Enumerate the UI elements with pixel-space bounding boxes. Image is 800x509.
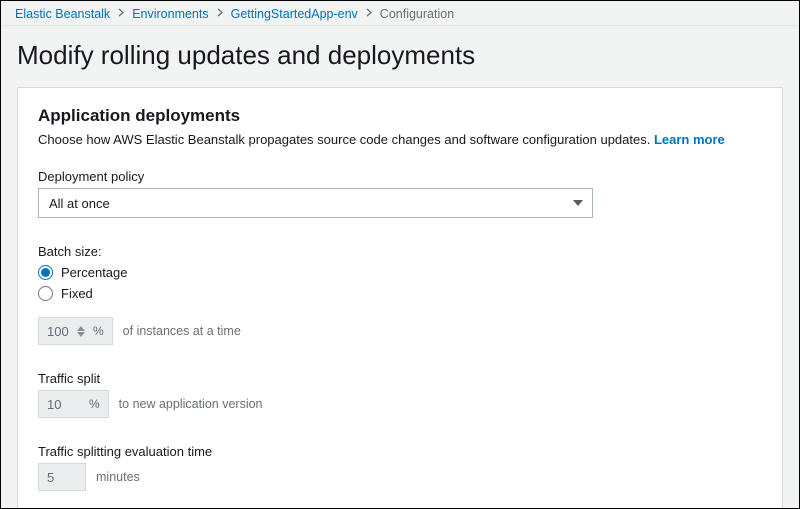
- panel-description: Choose how AWS Elastic Beanstalk propaga…: [38, 132, 762, 147]
- deployment-policy-label: Deployment policy: [38, 169, 762, 184]
- chevron-right-icon: [217, 8, 223, 20]
- breadcrumb-item-environment-name[interactable]: GettingStartedApp-env: [231, 7, 358, 21]
- breadcrumb-item-elastic-beanstalk[interactable]: Elastic Beanstalk: [15, 7, 110, 21]
- traffic-split-input[interactable]: [39, 391, 85, 417]
- panel-heading: Application deployments: [38, 106, 762, 126]
- deployment-policy-select[interactable]: All at once: [38, 188, 593, 218]
- batch-size-label: Batch size:: [38, 244, 762, 259]
- batch-size-input-group: %: [38, 317, 113, 345]
- learn-more-link[interactable]: Learn more: [654, 132, 725, 147]
- batch-size-radio-percentage-label: Percentage: [61, 265, 128, 280]
- evaluation-time-suffix: minutes: [96, 470, 140, 484]
- batch-size-radio-percentage[interactable]: Percentage: [38, 265, 762, 280]
- chevron-right-icon: [366, 8, 372, 20]
- batch-size-unit: %: [89, 324, 112, 338]
- evaluation-time-input-group: [38, 463, 86, 491]
- breadcrumb-item-environments[interactable]: Environments: [132, 7, 208, 21]
- batch-size-radio-fixed[interactable]: Fixed: [38, 286, 762, 301]
- chevron-right-icon: [118, 8, 124, 20]
- batch-size-radio-percentage-input[interactable]: [38, 265, 53, 280]
- traffic-split-input-group: %: [38, 390, 109, 418]
- page-title: Modify rolling updates and deployments: [17, 40, 783, 71]
- evaluation-time-input[interactable]: [39, 464, 85, 490]
- evaluation-time-label: Traffic splitting evaluation time: [38, 444, 762, 459]
- panel-description-text: Choose how AWS Elastic Beanstalk propaga…: [38, 132, 654, 147]
- breadcrumb-current: Configuration: [380, 7, 454, 21]
- batch-size-radio-group: Percentage Fixed: [38, 265, 762, 301]
- batch-size-radio-fixed-label: Fixed: [61, 286, 93, 301]
- application-deployments-panel: Application deployments Choose how AWS E…: [17, 87, 783, 509]
- batch-size-input[interactable]: [39, 318, 73, 344]
- breadcrumb: Elastic Beanstalk Environments GettingSt…: [1, 1, 799, 26]
- stepper-buttons[interactable]: [73, 326, 89, 337]
- batch-size-radio-fixed-input[interactable]: [38, 286, 53, 301]
- traffic-split-label: Traffic split: [38, 371, 762, 386]
- deployment-policy-value: All at once: [49, 196, 110, 211]
- traffic-split-unit: %: [85, 397, 108, 411]
- traffic-split-suffix: to new application version: [119, 397, 263, 411]
- batch-size-suffix: of instances at a time: [123, 324, 241, 338]
